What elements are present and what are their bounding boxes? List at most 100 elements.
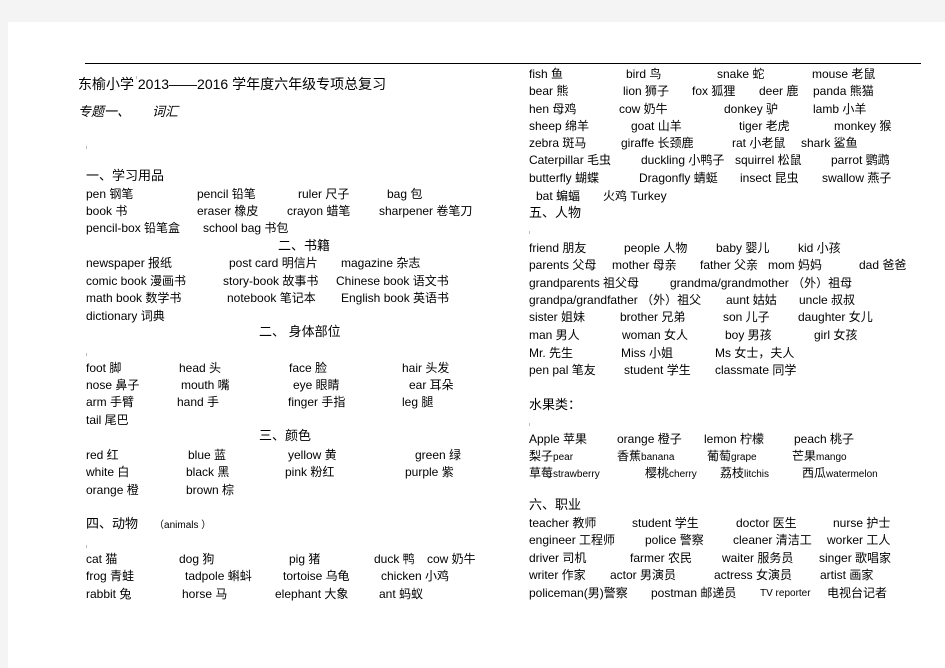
word-item: bat 蝙蝠 <box>536 189 581 203</box>
word-item: Caterpillar 毛虫 <box>529 153 612 167</box>
word-item: artist 画家 <box>820 568 874 582</box>
word-item: policeman(男)警察 <box>529 586 628 600</box>
word-item: 西瓜watermelon <box>802 466 878 482</box>
word-item: sister 姐妹 <box>529 310 586 324</box>
word-item: magazine 杂志 <box>341 256 421 270</box>
word-item: tail 尾巴 <box>86 413 129 427</box>
word-item: deer 鹿 <box>759 84 799 98</box>
word-item: student 学生 <box>624 363 691 377</box>
word-item: goat 山羊 <box>631 119 682 133</box>
word-item: cleaner 清洁工 <box>733 533 812 547</box>
paragraph-mark <box>86 146 87 149</box>
word-item: butterfly 蝴蝶 <box>529 171 600 185</box>
word-item: leg 腿 <box>402 395 434 409</box>
topic-number: 专题一、 <box>78 104 131 119</box>
word-item: singer 歌唱家 <box>819 551 892 565</box>
word-item: bear 熊 <box>529 84 569 98</box>
word-item: parents 父母 <box>529 258 597 272</box>
word-item: cow 奶牛 <box>427 552 476 566</box>
fruit-en: pear <box>553 452 574 463</box>
fruit-cn: 草莓 <box>529 466 554 480</box>
word-item: notebook 笔记本 <box>227 291 316 305</box>
word-item: writer 作家 <box>529 568 586 582</box>
word-item: red 红 <box>86 448 119 462</box>
word-item: Chinese book 语文书 <box>336 274 449 288</box>
word-item: daughter 女儿 <box>798 310 873 324</box>
animals-heading-en: （animals ） <box>154 520 212 531</box>
word-item: brown 棕 <box>186 483 235 497</box>
word-item: elephant 大象 <box>275 587 349 601</box>
word-item: insect 昆虫 <box>740 171 799 185</box>
word-item: zebra 斑马 <box>529 136 587 150</box>
word-item: engineer 工程师 <box>529 533 616 547</box>
word-item: bag 包 <box>387 187 423 201</box>
word-item: fish 鱼 <box>529 67 564 81</box>
word-item: ruler 尺子 <box>298 187 350 201</box>
word-item: people 人物 <box>624 241 688 255</box>
word-item: hand 手 <box>177 395 220 409</box>
word-item: pink 粉红 <box>285 465 335 479</box>
word-item: head 头 <box>179 361 222 375</box>
word-item: ear 耳朵 <box>409 378 454 392</box>
word-item: face 脸 <box>289 361 328 375</box>
word-item: blue 蓝 <box>188 448 227 462</box>
word-item: mother 母亲 <box>612 258 677 272</box>
word-item: swallow 燕子 <box>822 171 892 185</box>
header-rule <box>85 63 921 64</box>
word-item: lamb 小羊 <box>813 102 867 116</box>
word-item: Apple 苹果 <box>529 432 588 446</box>
fruit-cn: 葡萄 <box>707 449 732 463</box>
word-item: uncle 叔叔 <box>799 293 856 307</box>
word-item: TV reporter <box>760 588 811 599</box>
word-item: white 白 <box>86 465 130 479</box>
word-item: giraffe 长颈鹿 <box>621 136 694 150</box>
word-item: rat 小老鼠 <box>732 136 786 150</box>
word-item: squirrel 松鼠 <box>735 153 802 167</box>
word-item: book 书 <box>86 204 128 218</box>
fruit-cn: 樱桃 <box>645 466 670 480</box>
word-item: math book 数学书 <box>86 291 182 305</box>
word-item: police 警察 <box>645 533 704 547</box>
word-item: tortoise 乌龟 <box>283 569 350 583</box>
word-item: student 学生 <box>632 516 699 530</box>
word-item: yellow 黄 <box>288 448 337 462</box>
word-item: nose 鼻子 <box>86 378 140 392</box>
word-item: father 父亲 <box>700 258 759 272</box>
word-item: brother 兄弟 <box>620 310 686 324</box>
word-item: pig 猪 <box>289 552 321 566</box>
word-item: 火鸡 Turkey <box>603 189 667 203</box>
fruit-en: mango <box>816 452 847 463</box>
word-item: eye 眼睛 <box>293 378 340 392</box>
word-item: nurse 护士 <box>833 516 891 530</box>
section-heading-school-supplies: 一、学习用品 <box>86 168 165 183</box>
word-item: hen 母鸡 <box>529 102 577 116</box>
word-item: sharpener 卷笔刀 <box>379 204 473 218</box>
fruit-en: banana <box>641 452 675 463</box>
word-item: duckling 小鸭子 <box>641 153 725 167</box>
word-item: teacher 教师 <box>529 516 597 530</box>
word-item: driver 司机 <box>529 551 587 565</box>
word-item: farmer 农民 <box>630 551 693 565</box>
fruit-cn: 香蕉 <box>617 449 642 463</box>
word-item: Mr. 先生 <box>529 346 573 360</box>
word-item: Ms 女士，夫人 <box>715 346 795 360</box>
fruit-cn: 芒果 <box>792 449 817 463</box>
paragraph-mark <box>529 231 530 234</box>
fruit-en: watermelon <box>826 469 878 480</box>
word-item: friend 朋友 <box>529 241 587 255</box>
section-heading-fruits: 水果类： <box>529 397 582 412</box>
fruit-en: strawberry <box>553 469 600 480</box>
word-item: newspaper 报纸 <box>86 256 173 270</box>
word-item: 电视台记者 <box>827 586 888 600</box>
word-item: son 儿子 <box>723 310 770 324</box>
topic-heading: 专题一、 词汇 <box>78 101 178 120</box>
word-item: post card 明信片 <box>229 256 318 270</box>
word-item: 荔枝litchis <box>720 466 769 482</box>
word-item: tadpole 蝌蚪 <box>185 569 252 583</box>
word-item: hair 头发 <box>402 361 450 375</box>
word-item: donkey 驴 <box>724 102 779 116</box>
word-item: pen 钢笔 <box>86 187 134 201</box>
topic-name: 词汇 <box>152 104 179 119</box>
word-item: mom 妈妈 <box>768 258 823 272</box>
word-item: arm 手臂 <box>86 395 135 409</box>
